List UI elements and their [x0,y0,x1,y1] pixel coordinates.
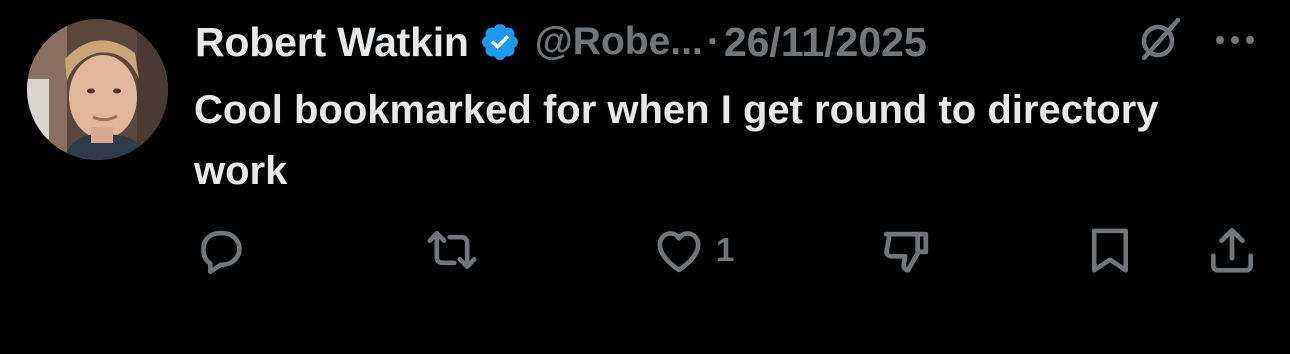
dislike-button[interactable] [878,220,934,280]
grok-icon[interactable] [1134,14,1184,64]
bookmark-button[interactable] [1083,220,1137,280]
reply-icon [201,230,242,275]
dislike-icon [883,231,929,273]
share-icon [1211,227,1253,273]
author-name[interactable]: Robert Watkin [195,19,469,66]
tweet-header: Robert Watkin @Robe... · 26/11/2025 [195,14,927,70]
share-button[interactable] [1204,220,1260,280]
repost-icon [427,230,477,270]
tweet-text: Cool bookmarked for when I get round to … [194,88,1159,193]
repost-button[interactable] [423,220,481,280]
tweet-date[interactable]: 26/11/2025 [724,19,927,66]
avatar[interactable] [27,19,168,160]
like-button[interactable]: 1 [650,220,734,280]
avatar-image [27,19,168,160]
author-handle[interactable]: @Robe... [535,20,703,64]
like-count: 1 [716,231,735,268]
more-options-icon[interactable] [1212,22,1258,58]
tweet[interactable]: Robert Watkin @Robe... · 26/11/2025 Cool… [0,0,1290,354]
verified-badge-icon[interactable] [479,21,521,63]
like-icon [657,231,701,273]
action-bar: 1 [0,220,1290,280]
reply-button[interactable] [193,220,249,280]
bookmark-icon [1092,228,1128,273]
meta-separator: · [706,20,720,63]
